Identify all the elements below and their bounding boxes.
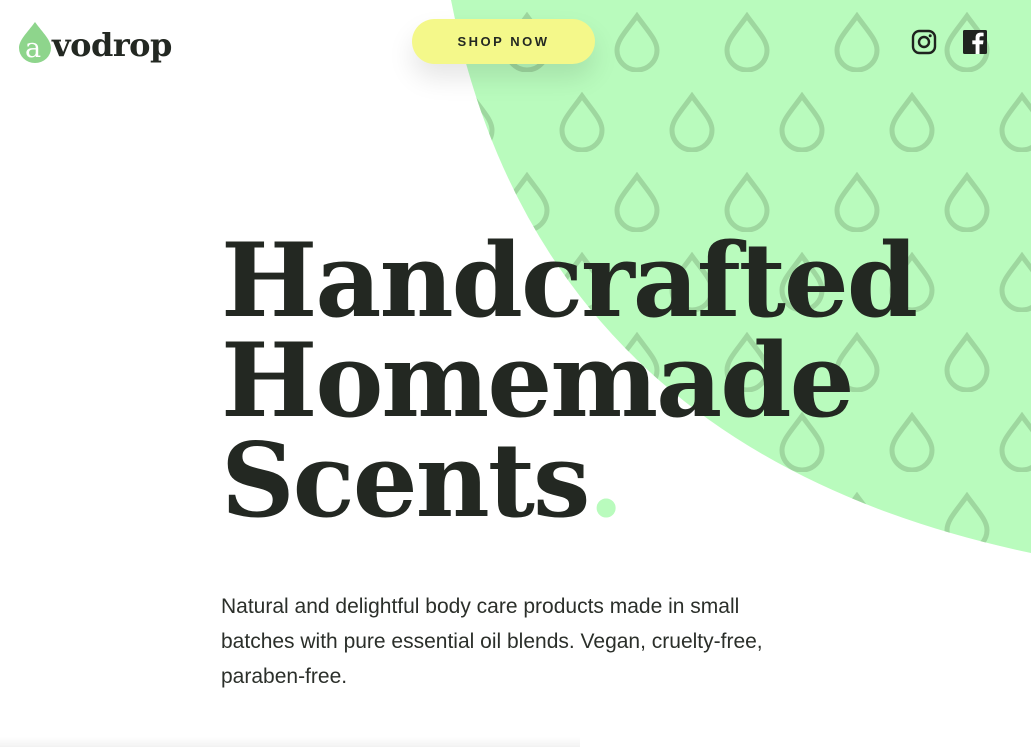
headline-line-1: Handcrafted <box>221 221 918 341</box>
drop-logo-icon: a <box>18 21 52 63</box>
shop-now-button[interactable]: SHOP NOW <box>412 19 595 64</box>
hero-description: Natural and delightful body care product… <box>221 595 763 688</box>
brand-logo[interactable]: a vodrop <box>18 19 172 65</box>
instagram-icon[interactable] <box>911 29 937 55</box>
section-shadow <box>0 737 580 747</box>
headline-line-3-text: Scents <box>221 421 590 541</box>
logo-wordmark: vodrop <box>52 26 172 64</box>
headline-line-3: Scents. <box>221 430 916 532</box>
headline-accent-period: . <box>588 421 623 541</box>
hero-headline: Handcrafted Homemade Scents. <box>221 221 918 532</box>
logo-initial: a <box>25 33 42 64</box>
facebook-icon[interactable] <box>962 29 988 55</box>
headline-line-2: Homemade <box>221 321 854 441</box>
